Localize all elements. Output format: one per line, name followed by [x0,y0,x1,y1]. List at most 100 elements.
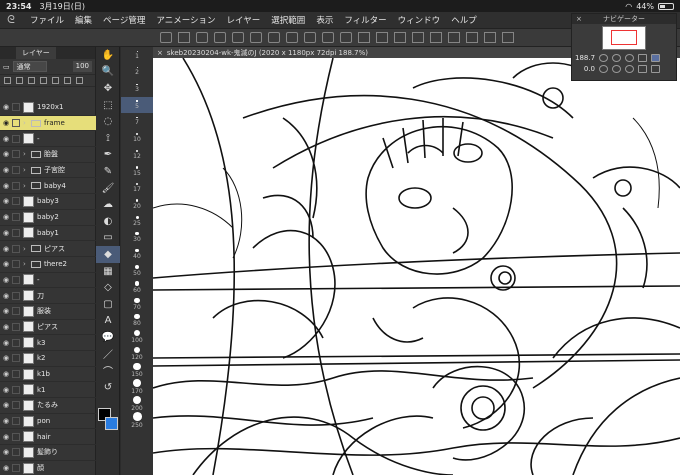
fit-view-icon[interactable] [638,53,647,62]
eye-icon[interactable]: ◉ [0,150,12,158]
eye-icon[interactable]: ◉ [0,386,12,394]
eye-icon[interactable]: ◉ [0,292,12,300]
layer-lock-toggle[interactable] [12,166,20,175]
chevron-right-icon[interactable]: › [23,245,31,253]
brush-size-item[interactable]: 2 [121,64,153,81]
brush-size-item[interactable]: 3 [121,80,153,97]
brush-size-item[interactable]: 100 [121,329,153,346]
layer-row[interactable]: ◉ - [0,273,96,289]
brush-size-item[interactable]: 70 [121,296,153,313]
close-icon[interactable]: × [576,14,582,24]
brush-size-item[interactable]: 25 [121,213,153,230]
eye-icon[interactable]: ◉ [0,197,12,205]
move-icon[interactable]: ✥ [96,80,120,97]
ruler-icon[interactable]: ⌒ [96,362,120,379]
drawing-canvas[interactable] [153,58,680,475]
export-icon[interactable] [286,32,298,43]
brush-size-item[interactable]: 10 [121,130,153,147]
undo-icon[interactable] [304,32,316,43]
layer-lock-toggle[interactable] [12,181,20,190]
layer-row[interactable]: ◉ 服装 [0,304,96,320]
eye-icon[interactable]: ◉ [0,339,12,347]
app-logo-icon[interactable]: ᘓ [4,13,18,27]
zoom-out-icon[interactable] [599,53,608,62]
arrange-icon[interactable] [178,32,190,43]
eye-icon[interactable]: ◉ [0,323,12,331]
layer-lock-toggle[interactable] [12,291,20,300]
layer-row[interactable]: ◉ 髪飾り [0,445,96,461]
chevron-right-icon[interactable]: › [23,182,31,190]
menu-lines-icon[interactable] [160,32,172,43]
airbrush-icon[interactable]: ☁ [96,196,120,213]
rotate-right-icon[interactable] [612,64,621,73]
pen-icon[interactable]: ✒ [96,147,120,164]
layer-lock-toggle[interactable] [12,244,20,253]
layer-row[interactable]: ◉ baby1 [0,226,96,242]
zoom-in-icon[interactable] [612,53,621,62]
eye-icon[interactable]: ◉ [0,448,12,456]
eye-icon[interactable]: ◉ [0,276,12,284]
layer-row[interactable]: ◉ - [0,131,96,148]
eye-icon[interactable]: ◉ [0,464,12,472]
menu-page[interactable]: ページ管理 [103,14,145,26]
layer-row[interactable]: ◉ › there2 [0,257,96,273]
chevron-right-icon[interactable]: › [23,260,31,268]
settings-icon[interactable] [196,32,208,43]
text-icon[interactable]: A [96,313,120,330]
brush-size-item[interactable]: 40 [121,246,153,263]
layer-lock-toggle[interactable] [12,103,20,112]
eraser-icon[interactable]: ▭ [96,230,120,247]
eye-icon[interactable]: ◉ [0,260,12,268]
rotation-value[interactable]: 0.0 [575,65,595,73]
layer-lock-toggle[interactable] [12,134,20,143]
invert-selection-icon[interactable] [430,32,442,43]
fit-window-icon[interactable] [651,53,660,62]
menu-layer[interactable]: レイヤー [227,14,261,26]
opacity-field[interactable]: 100 [72,61,92,72]
layer-lock-toggle[interactable] [12,150,20,159]
new-file-icon[interactable] [214,32,226,43]
actual-size-icon[interactable] [625,53,634,62]
layer-lock-toggle[interactable] [12,464,20,473]
layer-row[interactable]: ◉ › baby4 [0,178,96,195]
reset-rotation-icon[interactable] [625,64,634,73]
layer-row[interactable]: ◉ › 子宮腔 [0,163,96,179]
select-icon[interactable]: ⬚ [96,97,120,114]
brush-size-item[interactable]: 15 [121,163,153,180]
layer-lock-toggle[interactable] [12,385,20,394]
layer-row[interactable]: ◉ baby3 [0,194,96,210]
layer-lock-toggle[interactable] [12,432,20,441]
layer-row[interactable]: ◉ たるみ [0,398,96,414]
menu-animation[interactable]: アニメーション [156,14,215,26]
layer-row[interactable]: ◉ › frame [0,115,96,132]
menu-view[interactable]: 表示 [316,14,333,26]
eye-icon[interactable]: ◉ [0,166,12,174]
crop-icon[interactable] [448,32,460,43]
frame-icon[interactable]: ▢ [96,296,120,313]
eye-icon[interactable]: ◉ [0,103,12,111]
brush-size-item[interactable]: 7 [121,113,153,130]
save-icon[interactable] [250,32,262,43]
open-file-icon[interactable] [232,32,244,43]
eye-icon[interactable]: ◉ [0,245,12,253]
close-icon[interactable]: × [157,49,163,57]
fill-selection-icon[interactable] [394,32,406,43]
brush-size-item[interactable]: 60 [121,279,153,296]
snap-grid-icon[interactable] [484,32,496,43]
figure-icon[interactable]: ◇ [96,279,120,296]
layer-lock-toggle[interactable] [12,338,20,347]
navigator-view-frame[interactable] [611,30,637,45]
zoom-value[interactable]: 188.7 [575,54,595,62]
eye-icon[interactable]: ◉ [0,354,12,362]
layer-row[interactable]: ◉ › 胎盤 [0,147,96,163]
chevron-right-icon[interactable]: › [23,166,31,174]
layer-row[interactable]: ◉ 1920x1 [0,100,96,116]
snap-ruler-icon[interactable] [466,32,478,43]
rotate-left-icon[interactable] [599,64,608,73]
layer-row[interactable]: ◉ k3 [0,335,96,351]
mask-icon[interactable] [40,77,47,84]
redo-icon[interactable] [322,32,334,43]
layer-lock-toggle[interactable] [12,197,20,206]
chevron-right-icon[interactable]: › [23,119,31,127]
layer-row[interactable]: ◉ pon [0,414,96,430]
